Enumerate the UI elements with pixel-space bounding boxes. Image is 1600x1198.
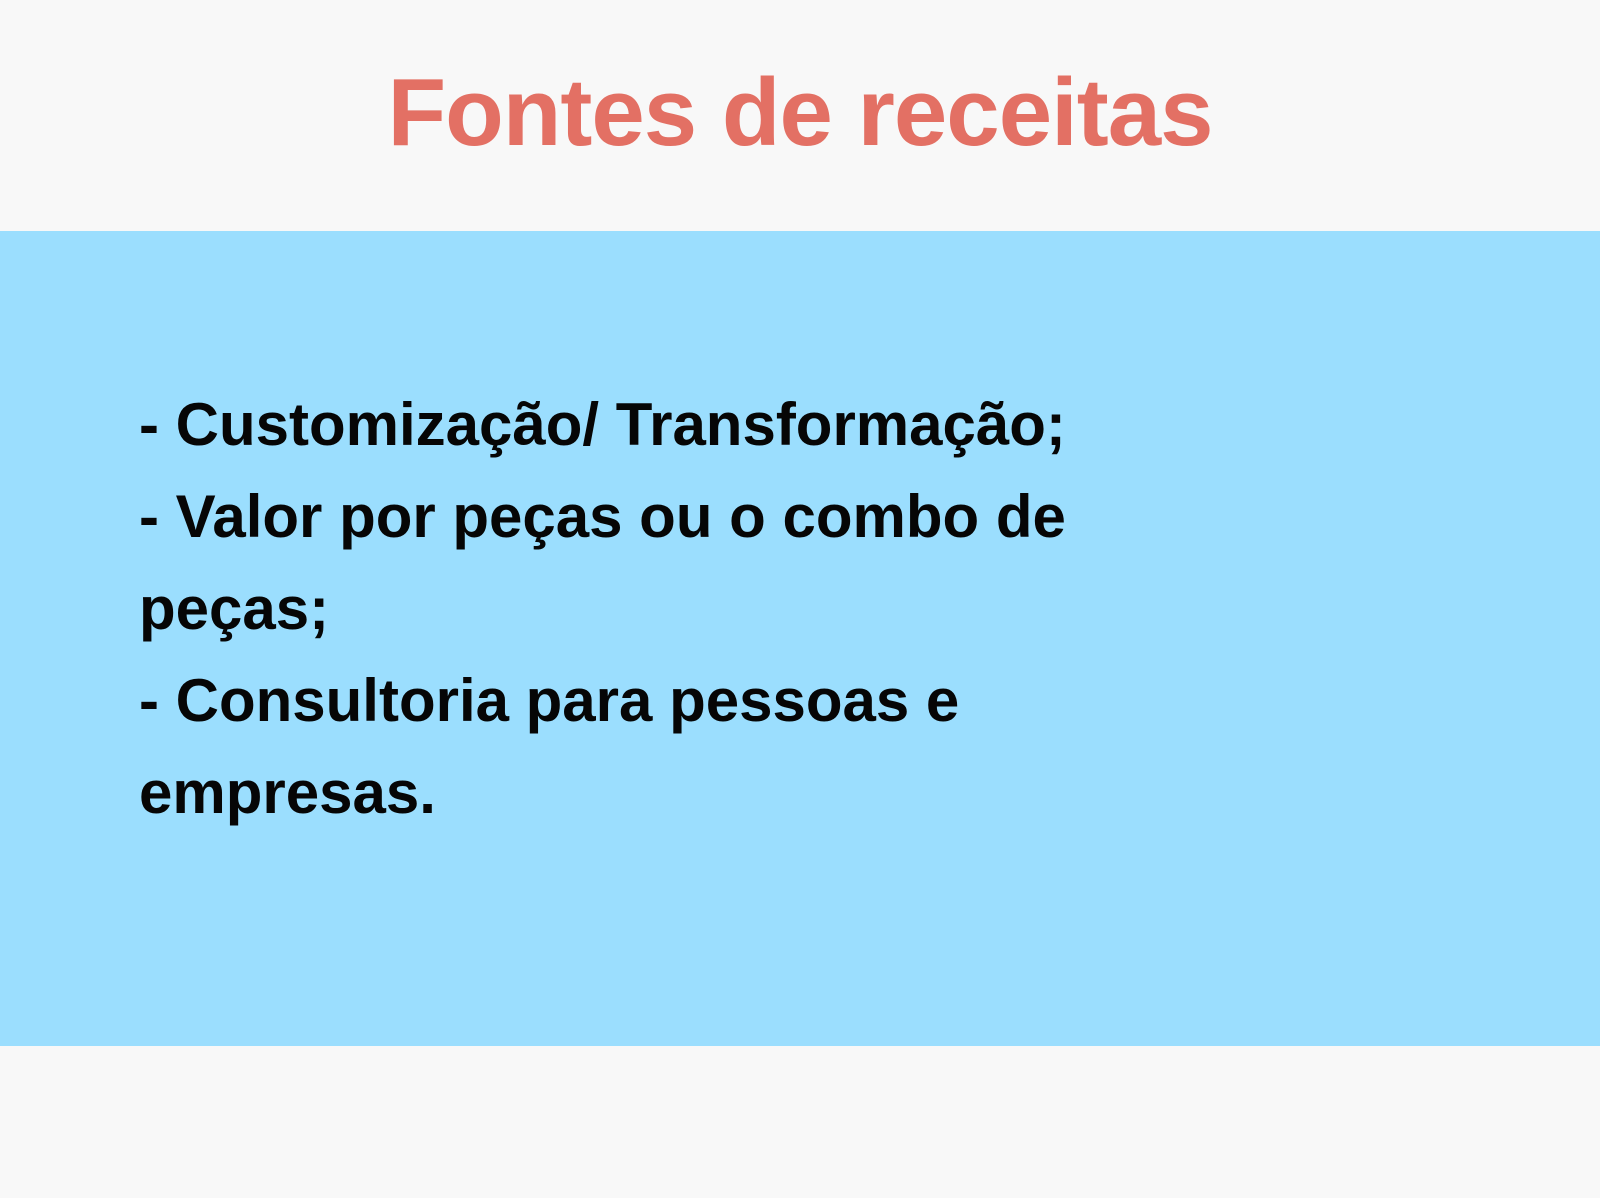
list-item: - Consultoria para pessoas e empresas. — [139, 667, 960, 826]
list-item: - Valor por peças ou o combo de peças; — [139, 483, 1066, 642]
content-band: - Customização/ Transformação; - Valor p… — [0, 231, 1600, 1046]
slide-title: Fontes de receitas — [387, 59, 1214, 166]
list-item: - Customização/ Transformação; — [139, 391, 1066, 458]
revenue-sources-list: - Customização/ Transformação; - Valor p… — [139, 379, 1189, 839]
